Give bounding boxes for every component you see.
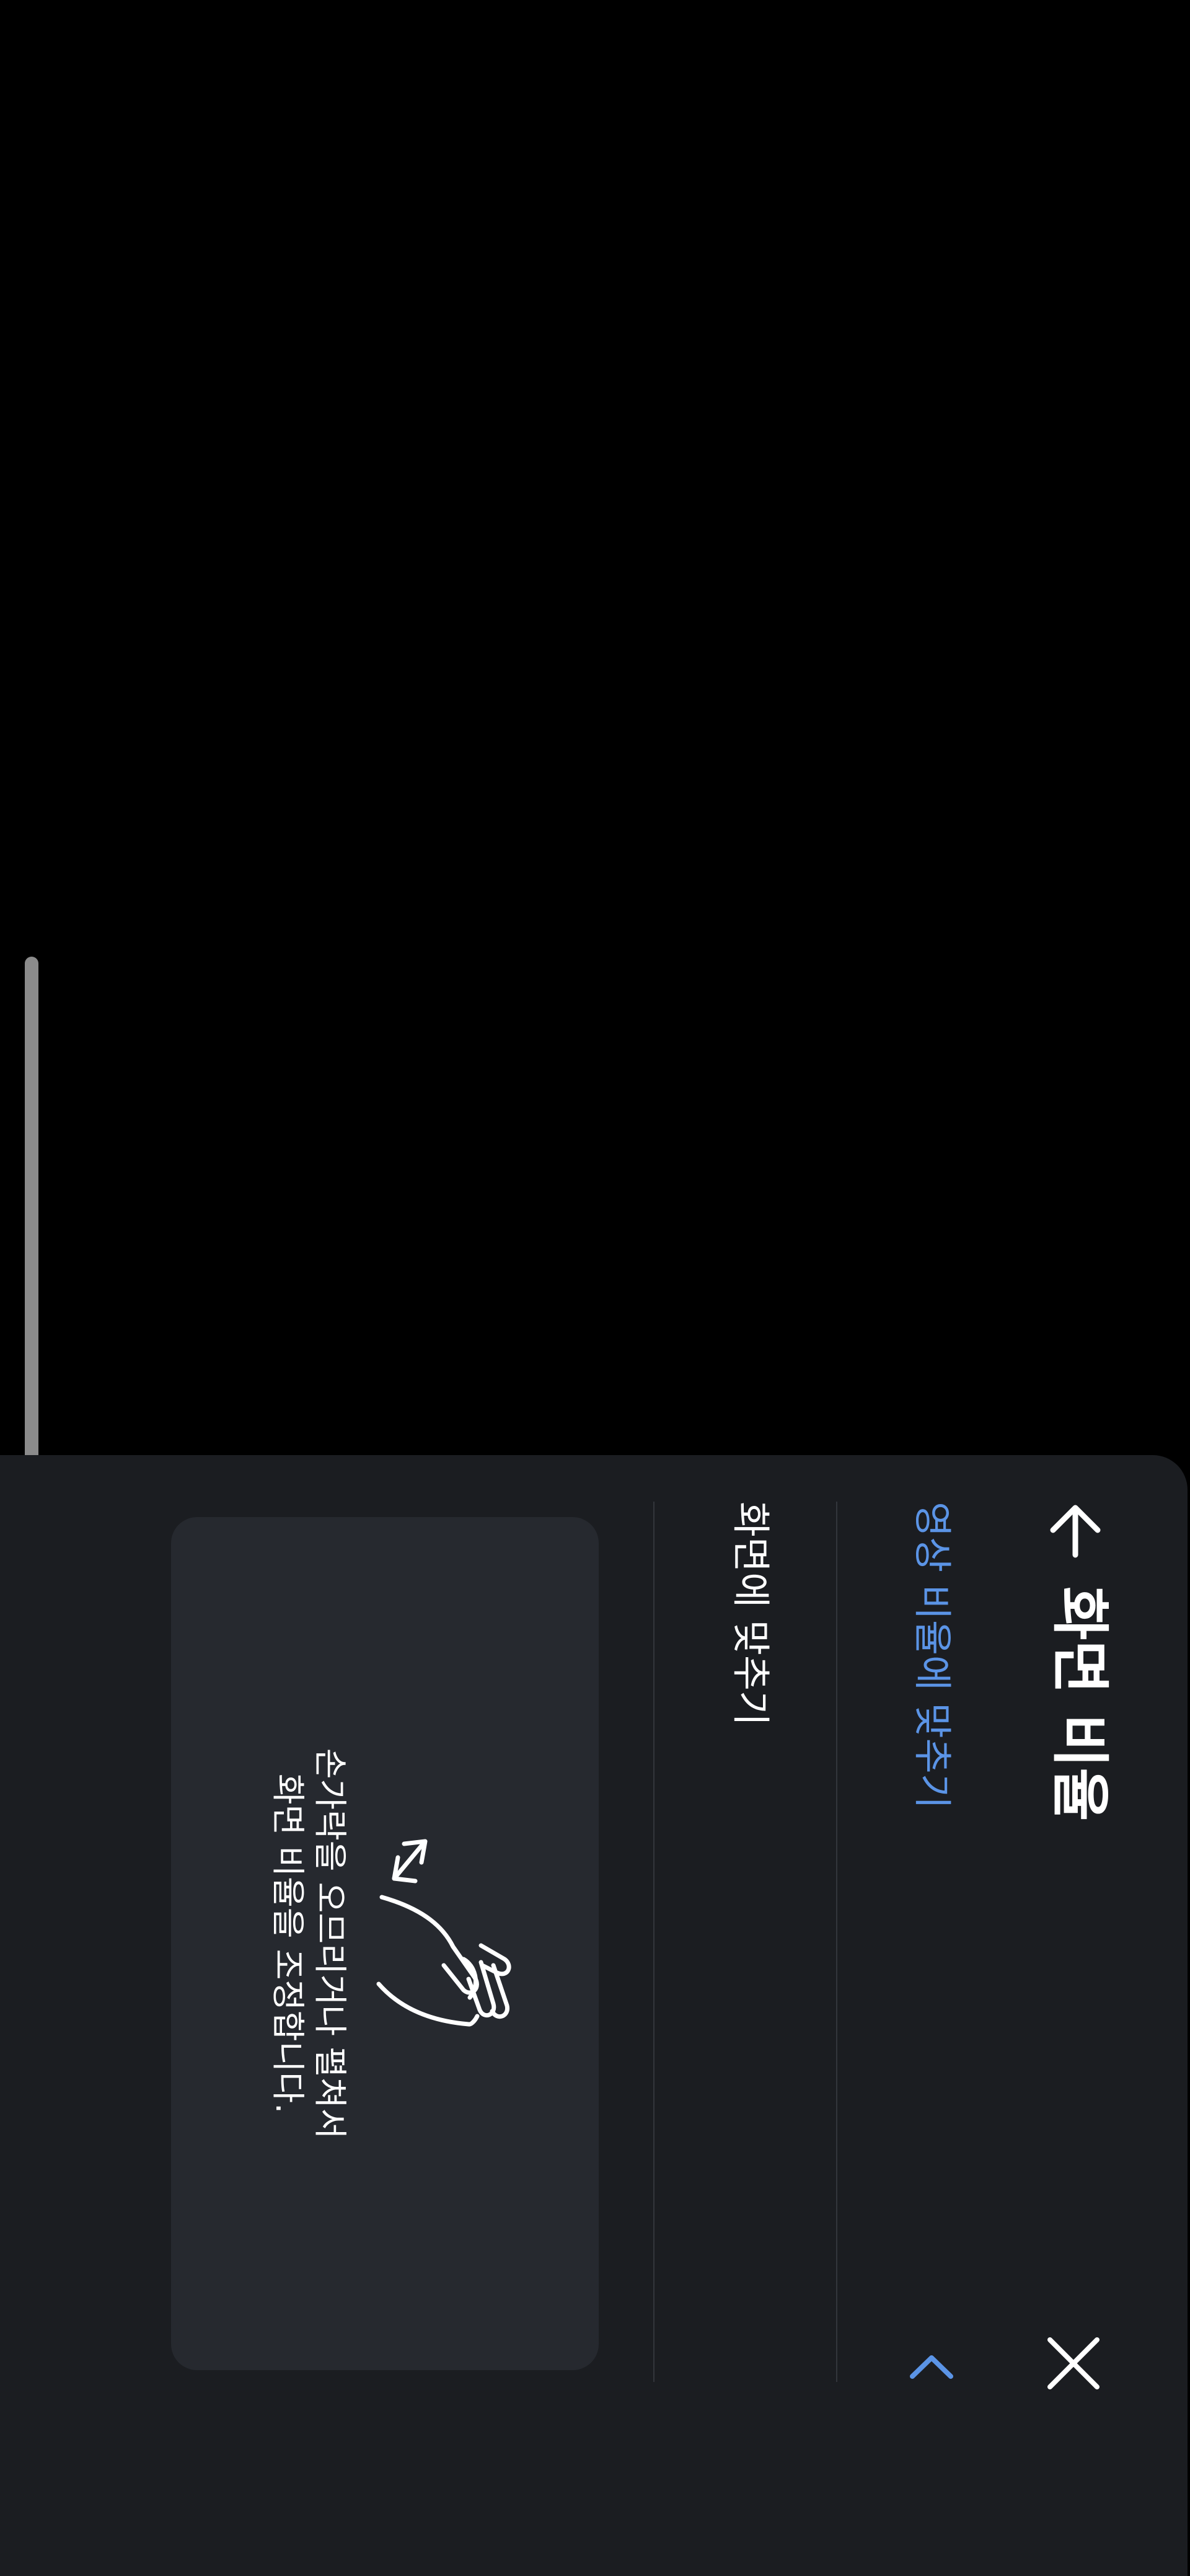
screen: 화면 비율 영상 비율에 맞추기 화면에 맞추기 손가락을 오므리거나 펼쳐서 … [0,0,1190,2576]
divider [653,1502,654,2382]
option-label: 화면에 맞추기 [728,1502,774,1726]
chevron-left-icon [910,2355,953,2379]
hint-card: 손가락을 오므리거나 펼쳐서 화면 비율을 조정합니다. [171,1517,599,2370]
option-fit-screen[interactable]: 화면에 맞추기 [720,1502,782,2382]
option-fit-video[interactable]: 영상 비율에 맞추기 [901,1502,963,2394]
page-title: 화면 비율 [1046,1587,1113,1821]
back-button[interactable] [1046,1502,1105,1561]
hint-text: 손가락을 오므리거나 펼쳐서 화면 비율을 조정합니다. [267,1517,351,2370]
arrow-left-icon [1050,1505,1101,1558]
pinch-gesture-icon [376,1839,511,2027]
hint-line-2: 화면 비율을 조정합니다. [268,1773,307,2114]
hint-line-1: 손가락을 오므리거나 펼쳐서 [311,1748,350,2140]
close-icon [1047,2337,1100,2389]
panel-content: 화면 비율 영상 비율에 맞추기 화면에 맞추기 손가락을 오므리거나 펼쳐서 … [0,1455,1188,2576]
close-button[interactable] [1042,2332,1104,2394]
option-label: 영상 비율에 맞추기 [910,1502,955,1809]
divider [836,1502,837,2382]
aspect-ratio-panel: 화면 비율 영상 비율에 맞추기 화면에 맞추기 손가락을 오므리거나 펼쳐서 … [0,1455,1188,2576]
